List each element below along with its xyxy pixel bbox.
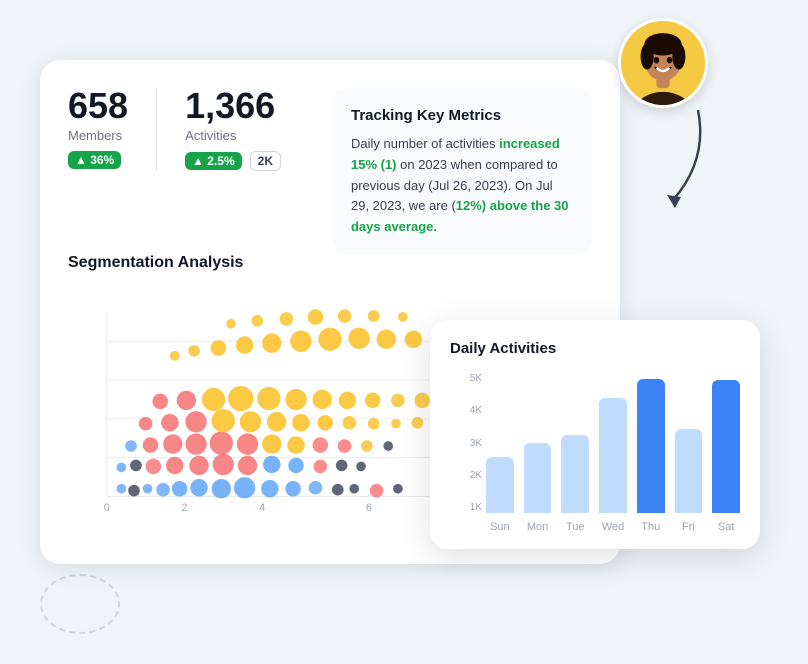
activities-value: 1,366	[185, 88, 281, 124]
bar-sat	[712, 380, 740, 513]
members-badge-row: ▲ 36%	[68, 151, 128, 169]
daily-activities-title: Daily Activities	[450, 340, 740, 357]
bar-col-wed: Wed	[599, 398, 627, 533]
members-metric: 658 Members ▲ 36%	[68, 88, 156, 169]
y-label-1k: 1K	[470, 502, 482, 513]
segmentation-title: Segmentation Analysis	[68, 254, 592, 272]
tracking-highlight2: 12%) above the 30 days average.	[351, 198, 569, 234]
bar-col-sat: Sat	[712, 380, 740, 533]
bar-label-thu: Thu	[641, 521, 660, 533]
metrics-blocks: 658 Members ▲ 36% 1,366 Activities ▲ 2.5…	[68, 88, 309, 171]
daily-activities-card: Daily Activities 5K 4K 3K 2K 1K Sun Mon Tu…	[430, 320, 760, 549]
bar-fri	[675, 429, 703, 513]
svg-text:6: 6	[366, 502, 372, 514]
bar-tue	[561, 435, 589, 513]
bar-wed	[599, 398, 627, 513]
bar-col-fri: Fri	[675, 429, 703, 533]
bar-label-tue: Tue	[566, 521, 585, 533]
dashed-circle-decoration	[40, 574, 120, 634]
tracking-title: Tracking Key Metrics	[351, 104, 574, 128]
activities-metric: 1,366 Activities ▲ 2.5% 2K	[156, 88, 309, 171]
y-label-4k: 4K	[470, 405, 482, 416]
bar-sun	[486, 457, 514, 513]
activities-label: Activities	[185, 128, 281, 143]
bar-col-tue: Tue	[561, 435, 589, 533]
bar-label-sat: Sat	[718, 521, 735, 533]
bar-col-mon: Mon	[524, 443, 552, 533]
tracking-highlight1: increased 15% (1)	[351, 136, 560, 172]
bar-thu	[637, 379, 665, 513]
members-badge: ▲ 36%	[68, 151, 121, 169]
arrow-icon	[653, 100, 713, 220]
svg-text:2: 2	[181, 502, 187, 514]
y-label-2k: 2K	[470, 470, 482, 481]
activities-badge: ▲ 2.5%	[185, 152, 242, 170]
bar-label-fri: Fri	[682, 521, 695, 533]
bar-chart-inner: Sun Mon Tue Wed Thu Fri Sat	[450, 393, 740, 533]
bar-mon	[524, 443, 552, 513]
tracking-text: Daily number of activities increased 15%…	[351, 134, 574, 238]
y-axis: 5K 4K 3K 2K 1K	[450, 373, 482, 513]
bar-label-wed: Wed	[602, 521, 624, 533]
svg-text:0: 0	[104, 502, 110, 514]
bar-col-sun: Sun	[486, 457, 514, 533]
activities-badge2: 2K	[250, 151, 281, 171]
bar-label-mon: Mon	[527, 521, 548, 533]
tracking-key-metrics-box: Tracking Key Metrics Daily number of act…	[333, 88, 592, 254]
activities-badge-row: ▲ 2.5% 2K	[185, 151, 281, 171]
bar-label-sun: Sun	[490, 521, 510, 533]
bar-chart: 5K 4K 3K 2K 1K Sun Mon Tue Wed Thu Fri Sat	[450, 373, 740, 533]
bar-col-thu: Thu	[637, 379, 665, 533]
members-value: 658	[68, 88, 128, 124]
members-label: Members	[68, 128, 128, 143]
y-label-3k: 3K	[470, 438, 482, 449]
svg-text:4: 4	[259, 502, 265, 514]
metrics-tracking-row: 658 Members ▲ 36% 1,366 Activities ▲ 2.5…	[68, 88, 592, 254]
y-label-5k: 5K	[470, 373, 482, 384]
avatar	[618, 18, 708, 108]
